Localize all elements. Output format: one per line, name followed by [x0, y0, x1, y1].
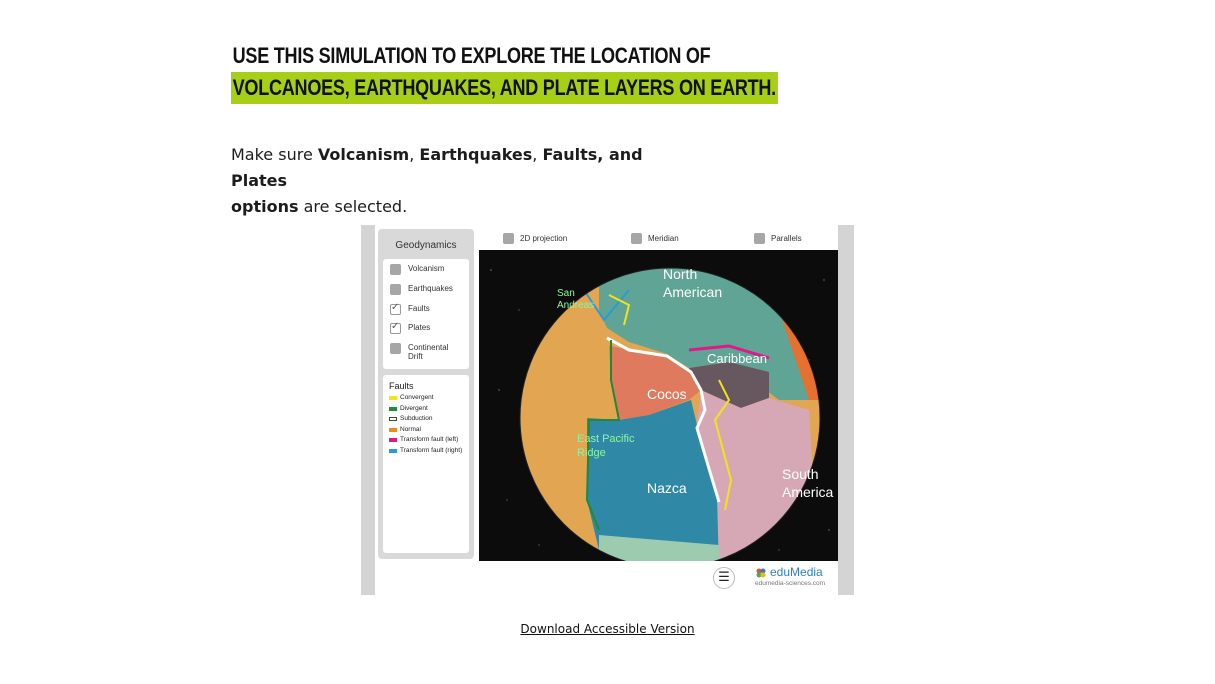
brand-text: eduMedia — [770, 565, 823, 579]
option-label: Plates — [408, 323, 431, 332]
option-faults[interactable]: Faults — [390, 302, 430, 315]
parallels-checkbox[interactable] — [754, 233, 765, 244]
legend-item: Divergent — [389, 405, 428, 412]
option-continental-drift[interactable]: Continental Drift — [390, 343, 460, 361]
toggle-label: Parallels — [771, 234, 802, 243]
legend-swatch — [389, 416, 397, 421]
legend-swatch — [389, 437, 397, 442]
legend-swatch — [389, 406, 397, 411]
instructions: Make sure Volcanism, Earthquakes, Faults… — [231, 142, 701, 220]
edumedia-logo-icon — [756, 568, 766, 578]
label-cocos: Cocos — [647, 386, 687, 402]
brand-url: edumedia-sciences.com — [755, 580, 826, 587]
sidebar-title: Geodynamics — [395, 240, 457, 251]
earth-globe[interactable] — [479, 250, 838, 561]
label-nazca: Nazca — [647, 480, 687, 496]
label-san-andreas: San Andreas — [557, 288, 595, 311]
legend-swatch — [389, 395, 397, 400]
label-north-american: North American — [663, 266, 723, 300]
label-east-pacific-ridge: East Pacific Ridge — [577, 433, 635, 459]
simulation-panel: Geodynamics Volcanism Earthquakes Faults… — [375, 225, 838, 595]
instr-earthquakes: Earthquakes — [419, 145, 533, 164]
faults-checkbox[interactable] — [390, 302, 401, 315]
legend-label: Divergent — [400, 405, 428, 412]
toggle-parallels[interactable]: Parallels — [754, 233, 802, 244]
option-label: Earthquakes — [408, 284, 453, 293]
2d-projection-checkbox[interactable] — [503, 233, 514, 244]
brand-name: eduMedia — [755, 565, 825, 579]
instr-selected: are selected. — [298, 197, 408, 216]
legend-title: Faults — [389, 381, 414, 391]
option-earthquakes[interactable]: Earthquakes — [390, 284, 453, 295]
faults-legend: Faults Convergent Divergent Subduction N… — [383, 375, 469, 553]
continental-drift-checkbox[interactable] — [390, 343, 401, 354]
legend-item: Subduction — [389, 415, 433, 422]
option-label: Continental Drift — [408, 343, 449, 361]
legend-label: Transform fault (right) — [400, 447, 463, 454]
toggle-meridian[interactable]: Meridian — [631, 233, 679, 244]
legend-label: Transform fault (left) — [400, 436, 459, 443]
edumedia-brand[interactable]: eduMedia edumedia-sciences.com — [755, 565, 825, 587]
simulation-frame: Geodynamics Volcanism Earthquakes Faults… — [361, 225, 854, 595]
legend-swatch — [389, 448, 397, 453]
option-label: Volcanism — [408, 264, 445, 273]
label-caribbean: Caribbean — [707, 351, 767, 366]
download-accessible-link[interactable]: Download Accessible Version — [520, 622, 694, 636]
heading-line-2-highlighted: volcanoes, earthquakes, and plate layers… — [231, 72, 778, 104]
volcanism-checkbox[interactable] — [390, 264, 401, 275]
legend-label: Convergent — [400, 394, 434, 401]
instr-sep: , — [532, 145, 543, 164]
legend-item: Transform fault (left) — [389, 436, 458, 443]
meridian-checkbox[interactable] — [631, 233, 642, 244]
toggle-label: 2D projection — [520, 234, 568, 243]
earthquakes-checkbox[interactable] — [390, 284, 401, 295]
label-south-america: South America — [782, 466, 834, 500]
instr-volcanism: Volcanism — [317, 145, 410, 164]
download-area: Download Accessible Version — [0, 622, 1215, 636]
legend-swatch — [389, 427, 397, 432]
heading-line-1: Use this simulation to explore the locat… — [232, 43, 711, 68]
instr-sep: , — [409, 145, 420, 164]
legend-label: Subduction — [400, 415, 433, 422]
instr-options: options — [231, 197, 299, 216]
legend-label: Normal — [400, 426, 421, 433]
geodynamics-sidebar: Geodynamics Volcanism Earthquakes Faults… — [378, 229, 474, 559]
plates-checkbox[interactable] — [390, 321, 401, 334]
toggle-2d-projection[interactable]: 2D projection — [503, 233, 567, 244]
page-heading: Use this simulation to explore the locat… — [231, 40, 851, 104]
legend-item: Normal — [389, 426, 421, 433]
hamburger-menu-icon[interactable]: ☰ — [713, 567, 735, 589]
option-label: Faults — [408, 304, 430, 313]
instr-text: Make sure — [231, 145, 318, 164]
legend-item: Transform fault (right) — [389, 447, 462, 454]
globe-viewport[interactable]: North American San Andreas Caribbean Coc… — [479, 250, 838, 561]
legend-item: Convergent — [389, 394, 434, 401]
toggle-label: Meridian — [648, 234, 679, 243]
option-plates[interactable]: Plates — [390, 321, 431, 334]
options-box: Volcanism Earthquakes Faults Plates Cont… — [383, 259, 469, 369]
option-volcanism[interactable]: Volcanism — [390, 264, 444, 275]
